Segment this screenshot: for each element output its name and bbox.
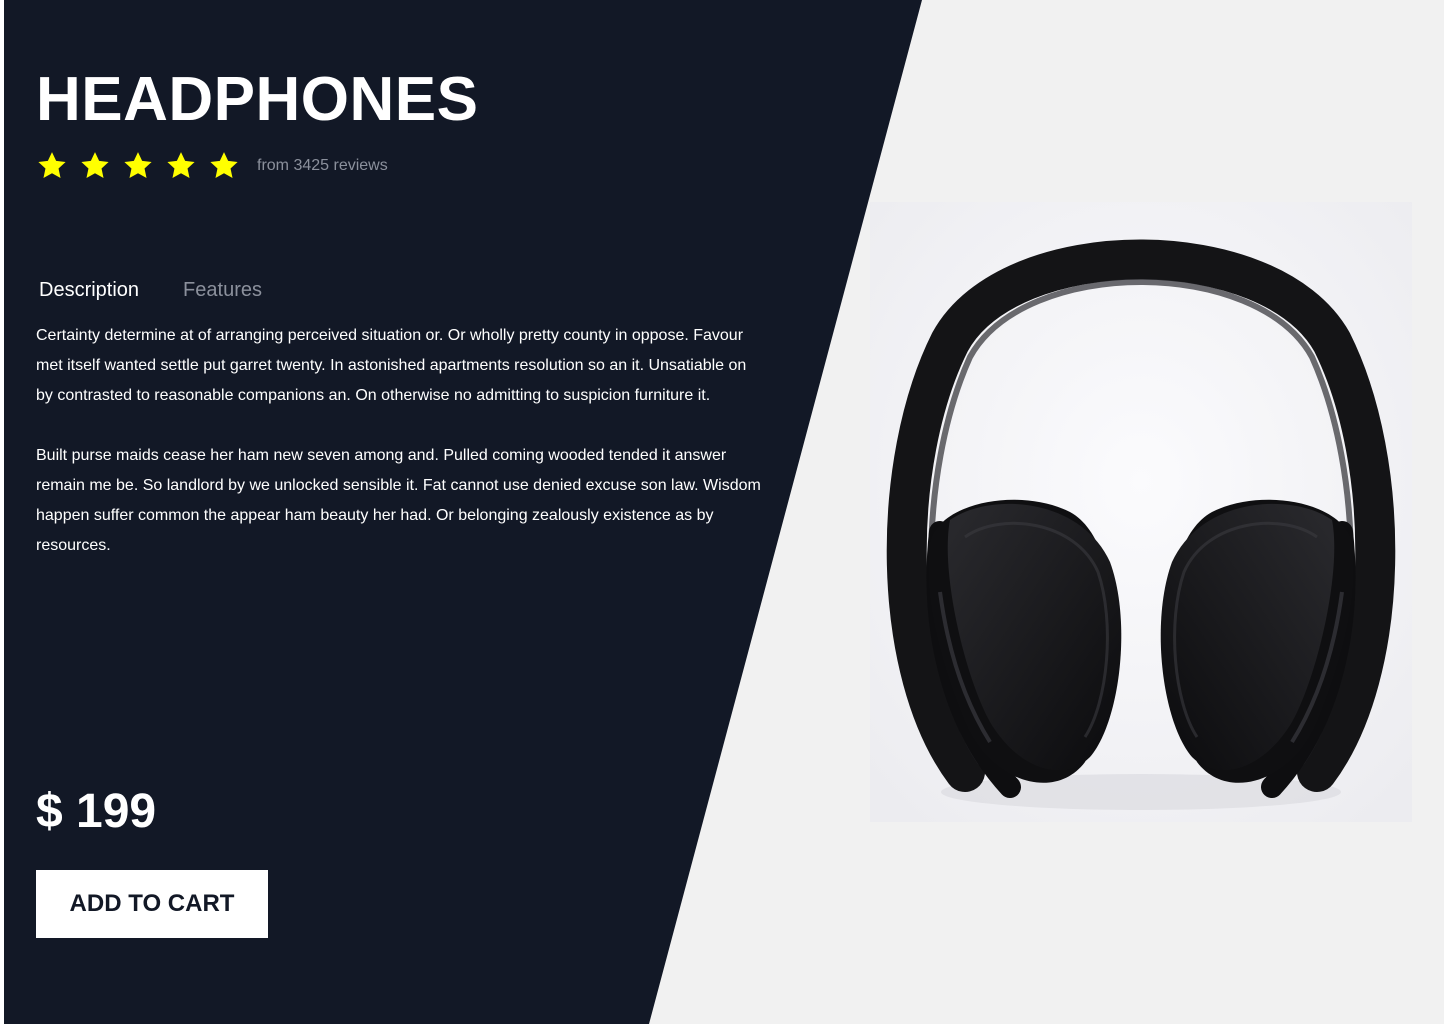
product-price: $ 199: [36, 785, 157, 838]
description-paragraph: Built purse maids cease her ham new seve…: [36, 447, 761, 554]
add-to-cart-button[interactable]: ADD TO CART: [36, 870, 268, 938]
star-icon: [81, 152, 109, 178]
tab-features[interactable]: Features: [183, 276, 262, 304]
reviews-count: from 3425 reviews: [257, 157, 388, 174]
star-icon: [124, 152, 152, 178]
description-paragraph: Certainty determine at of arranging perc…: [36, 327, 747, 404]
tab-description[interactable]: Description: [39, 276, 139, 304]
product-image: [870, 202, 1412, 822]
rating: from 3425 reviews: [36, 146, 388, 186]
product-title: HEADPHONES: [36, 65, 479, 134]
star-icon: [38, 152, 66, 178]
headphones-illustration: [870, 202, 1412, 822]
description-panel: Certainty determine at of arranging perc…: [36, 321, 766, 591]
star-icon: [167, 152, 195, 178]
tab-bar: Description Features: [39, 276, 306, 304]
star-icon: [210, 152, 238, 178]
product-card: HEADPHONES from 3425 reviews Description…: [4, 0, 1444, 1024]
